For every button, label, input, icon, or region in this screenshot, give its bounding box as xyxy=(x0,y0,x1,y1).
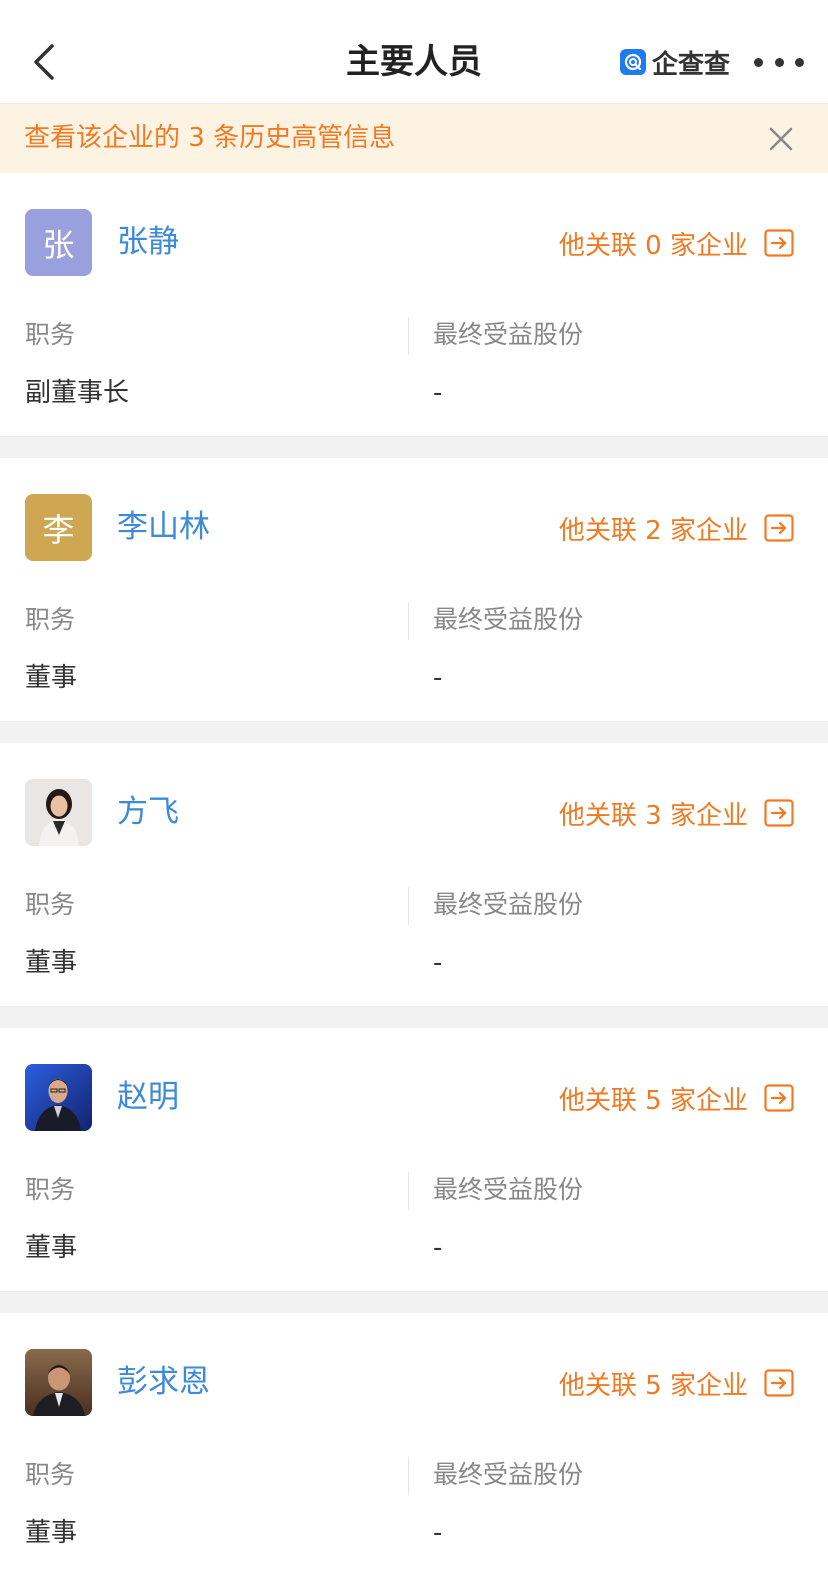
position-label: 职务 xyxy=(25,320,76,349)
nav-bar: 主要人员 企查查 xyxy=(0,0,828,104)
avatar[interactable] xyxy=(25,1349,92,1416)
column-divider xyxy=(408,602,409,640)
related-companies-text: 他关联 2 家企业 xyxy=(558,515,748,546)
column-divider xyxy=(408,1172,409,1210)
person-name[interactable]: 赵明 xyxy=(117,1072,179,1122)
avatar[interactable]: 张 xyxy=(25,209,92,276)
person-photo-icon xyxy=(25,1064,92,1131)
beneficial-share-label: 最终受益股份 xyxy=(433,890,584,919)
column-divider xyxy=(408,317,409,355)
beneficial-share-label: 最终受益股份 xyxy=(433,605,584,634)
person-name[interactable]: 方飞 xyxy=(117,787,179,837)
back-button[interactable] xyxy=(26,38,66,86)
related-companies-text: 他关联 0 家企业 xyxy=(558,230,748,261)
position-value: 董事 xyxy=(25,663,78,693)
card-separator xyxy=(0,436,828,458)
brand-logo-icon xyxy=(620,49,646,75)
arrow-right-box-icon xyxy=(764,799,794,827)
person-name[interactable]: 彭求恩 xyxy=(117,1357,210,1407)
person-card[interactable]: 赵明 他关联 5 家企业 职务 最终受益股份 董事 - xyxy=(0,1028,828,1291)
person-card[interactable]: 方飞 他关联 3 家企业 职务 最终受益股份 董事 - xyxy=(0,743,828,1006)
beneficial-share-value: - xyxy=(433,378,443,408)
more-dots-icon xyxy=(774,57,784,67)
arrow-right-box-icon xyxy=(764,1084,794,1112)
person-name[interactable]: 张静 xyxy=(117,217,179,267)
history-notice-banner[interactable]: 查看该企业的 3 条历史高管信息 xyxy=(0,104,828,173)
position-label: 职务 xyxy=(25,1175,76,1204)
position-label: 职务 xyxy=(25,605,76,634)
person-name[interactable]: 李山林 xyxy=(117,502,210,552)
brand-name: 企查查 xyxy=(652,49,731,80)
card-separator xyxy=(0,1291,828,1313)
beneficial-share-label: 最终受益股份 xyxy=(433,1175,584,1204)
position-value: 董事 xyxy=(25,948,78,978)
position-label: 职务 xyxy=(25,1460,76,1489)
related-companies-link[interactable]: 他关联 5 家企业 xyxy=(559,1078,794,1118)
notice-close-button[interactable] xyxy=(766,124,796,154)
beneficial-share-label: 最终受益股份 xyxy=(433,1460,584,1489)
beneficial-share-label: 最终受益股份 xyxy=(433,320,584,349)
arrow-right-box-icon xyxy=(764,1369,794,1397)
related-companies-text: 他关联 3 家企业 xyxy=(558,800,748,831)
beneficial-share-value: - xyxy=(433,1518,443,1548)
column-divider xyxy=(408,1457,409,1495)
card-separator xyxy=(0,1006,828,1028)
avatar-initial: 张 xyxy=(42,225,75,264)
close-icon xyxy=(769,127,793,151)
related-companies-link[interactable]: 他关联 5 家企业 xyxy=(559,1363,794,1403)
position-label: 职务 xyxy=(25,890,76,919)
position-value: 董事 xyxy=(25,1233,78,1263)
beneficial-share-value: - xyxy=(433,1233,443,1263)
chevron-left-icon xyxy=(34,44,54,80)
related-companies-link[interactable]: 他关联 0 家企业 xyxy=(559,223,794,263)
more-button[interactable] xyxy=(754,50,804,74)
card-separator xyxy=(0,721,828,743)
avatar[interactable] xyxy=(25,1064,92,1131)
avatar[interactable]: 李 xyxy=(25,494,92,561)
person-card[interactable]: 张 张静 他关联 0 家企业 职务 最终受益股份 副董事长 - xyxy=(0,173,828,436)
person-card[interactable]: 彭求恩 他关联 5 家企业 职务 最终受益股份 董事 - xyxy=(0,1313,828,1576)
related-companies-text: 他关联 5 家企业 xyxy=(558,1085,748,1116)
avatar[interactable] xyxy=(25,779,92,846)
related-companies-text: 他关联 5 家企业 xyxy=(558,1370,748,1401)
related-companies-link[interactable]: 他关联 3 家企业 xyxy=(559,793,794,833)
avatar-initial: 李 xyxy=(42,510,75,549)
beneficial-share-value: - xyxy=(433,663,443,693)
brand[interactable]: 企查查 xyxy=(620,44,730,80)
more-dots-icon xyxy=(795,57,804,67)
position-value: 副董事长 xyxy=(25,378,130,408)
column-divider xyxy=(408,887,409,925)
related-companies-link[interactable]: 他关联 2 家企业 xyxy=(559,508,794,548)
arrow-right-box-icon xyxy=(764,229,794,257)
notice-text[interactable]: 查看该企业的 3 条历史高管信息 xyxy=(24,104,395,173)
person-photo-icon xyxy=(25,779,92,846)
more-dots-icon xyxy=(754,57,763,67)
person-card[interactable]: 李 李山林 他关联 2 家企业 职务 最终受益股份 董事 - xyxy=(0,458,828,721)
position-value: 董事 xyxy=(25,1518,78,1548)
person-photo-icon xyxy=(25,1349,92,1416)
beneficial-share-value: - xyxy=(433,948,443,978)
arrow-right-box-icon xyxy=(764,514,794,542)
